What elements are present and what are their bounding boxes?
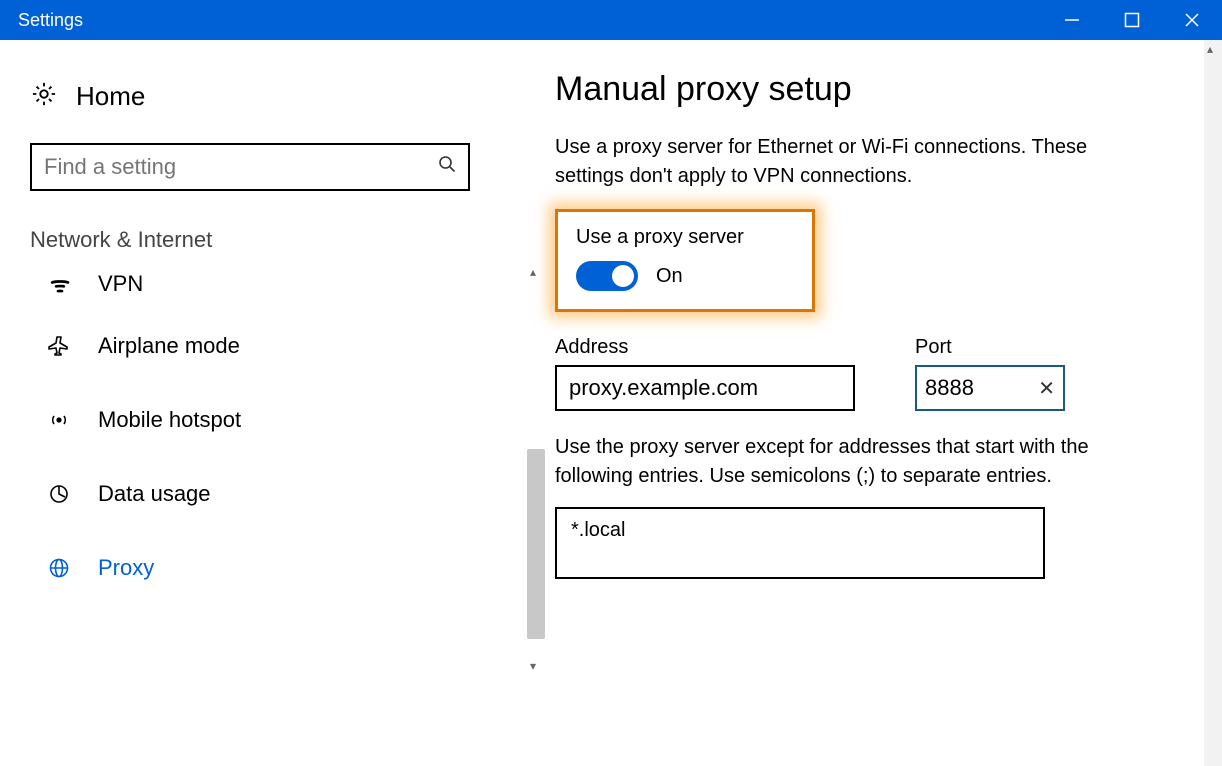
- sidebar-item-vpn[interactable]: ᯤ VPN: [30, 259, 545, 309]
- category-heading: Network & Internet: [30, 227, 545, 253]
- window-scrollbar[interactable]: ▴: [1204, 40, 1222, 766]
- use-proxy-toggle[interactable]: [576, 261, 638, 291]
- gear-icon: [30, 80, 58, 113]
- window-controls: [1042, 0, 1222, 40]
- use-proxy-label: Use a proxy server: [576, 226, 794, 249]
- scroll-up-icon[interactable]: ▴: [1207, 42, 1213, 56]
- port-input[interactable]: [925, 375, 1005, 401]
- sidebar-item-label: Airplane mode: [98, 333, 240, 359]
- search-input[interactable]: [44, 154, 430, 180]
- sidebar-item-airplane[interactable]: Airplane mode: [30, 309, 545, 383]
- main-content: Manual proxy setup Use a proxy server fo…: [545, 40, 1222, 766]
- scroll-down-icon[interactable]: ▾: [530, 659, 536, 673]
- search-box[interactable]: [30, 143, 470, 191]
- sidebar-item-proxy[interactable]: Proxy: [30, 531, 545, 605]
- exceptions-value: *.local: [571, 519, 625, 541]
- sidebar: Home Network & Internet ᯤ VPN Airplane m…: [0, 40, 545, 766]
- page-title: Manual proxy setup: [555, 70, 1182, 109]
- hotspot-icon: [44, 408, 74, 432]
- maximize-button[interactable]: [1102, 0, 1162, 40]
- data-usage-icon: [44, 482, 74, 506]
- toggle-knob: [612, 265, 634, 287]
- exceptions-input[interactable]: *.local: [555, 507, 1045, 579]
- sidebar-item-label: Proxy: [98, 555, 154, 581]
- sidebar-item-hotspot[interactable]: Mobile hotspot: [30, 383, 545, 457]
- sidebar-item-datausage[interactable]: Data usage: [30, 457, 545, 531]
- sidebar-item-label: Mobile hotspot: [98, 407, 241, 433]
- port-label: Port: [915, 336, 1065, 359]
- home-label: Home: [76, 81, 145, 112]
- sidebar-item-label: Data usage: [98, 481, 211, 507]
- port-input-wrapper[interactable]: ✕: [915, 365, 1065, 411]
- scroll-thumb[interactable]: [527, 449, 545, 639]
- minimize-button[interactable]: [1042, 0, 1102, 40]
- search-icon: [438, 155, 456, 179]
- titlebar: Settings: [0, 0, 1222, 40]
- window-title: Settings: [18, 10, 83, 31]
- home-link[interactable]: Home: [30, 80, 545, 113]
- vpn-icon: ᯤ: [44, 269, 74, 299]
- globe-icon: [44, 556, 74, 580]
- exceptions-description: Use the proxy server except for addresse…: [555, 433, 1095, 491]
- airplane-icon: [44, 334, 74, 358]
- address-input[interactable]: [555, 365, 855, 411]
- address-label: Address: [555, 336, 855, 359]
- clear-icon[interactable]: ✕: [1038, 376, 1055, 401]
- nav-list: ᯤ VPN Airplane mode Mobile hotspot: [30, 259, 545, 679]
- toggle-state-label: On: [656, 265, 683, 288]
- sidebar-item-label: VPN: [98, 271, 143, 297]
- page-description: Use a proxy server for Ethernet or Wi-Fi…: [555, 133, 1115, 191]
- scroll-up-icon[interactable]: ▴: [530, 265, 536, 279]
- close-button[interactable]: [1162, 0, 1222, 40]
- use-proxy-section: Use a proxy server On: [555, 209, 815, 312]
- nav-scrollbar[interactable]: ▴ ▾: [527, 259, 545, 679]
